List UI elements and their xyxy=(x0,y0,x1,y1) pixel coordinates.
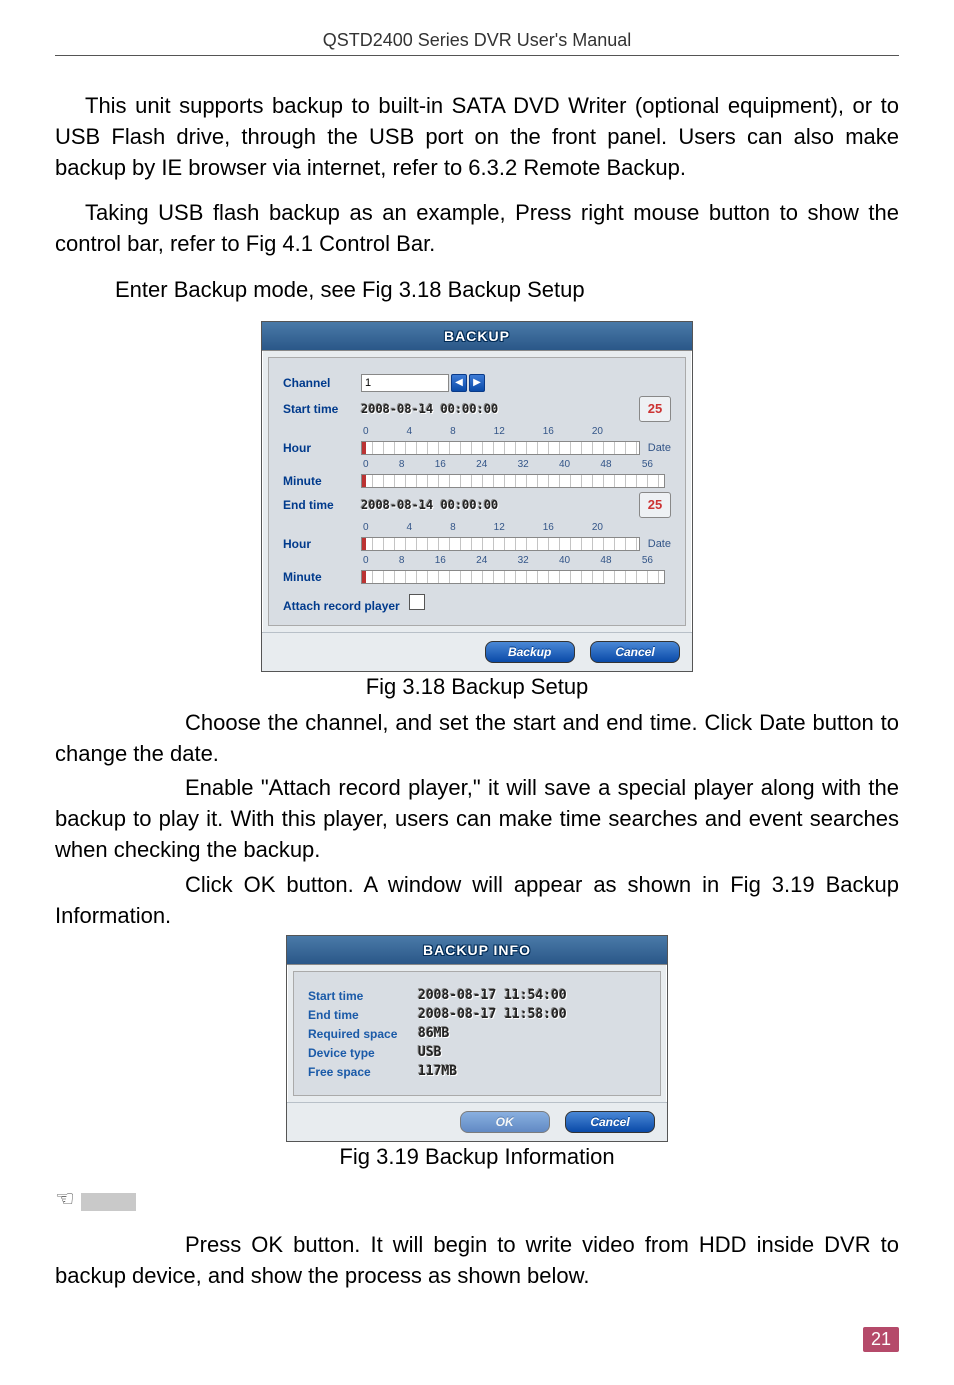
channel-next-button[interactable]: ▶ xyxy=(469,374,485,392)
info-end-label: End time xyxy=(308,1008,418,1022)
end-minute-slider[interactable] xyxy=(361,570,665,584)
cancel-button[interactable]: Cancel xyxy=(565,1111,655,1133)
dialog-title: BACKUP xyxy=(262,322,692,351)
backup-button[interactable]: Backup xyxy=(485,641,575,663)
info-start-value: 2008-08-17 11:54:00 xyxy=(418,988,567,1003)
paragraph: Taking USB flash backup as an example, P… xyxy=(55,198,899,260)
channel-label: Channel xyxy=(283,376,361,390)
info-free-label: Free space xyxy=(308,1065,418,1079)
cancel-button[interactable]: Cancel xyxy=(590,641,680,663)
info-required-label: Required space xyxy=(308,1027,418,1041)
figure-caption: Fig 3.18 Backup Setup xyxy=(55,674,899,700)
paragraph: Enable "Attach record player," it will s… xyxy=(55,773,899,865)
start-hour-slider[interactable] xyxy=(361,441,640,455)
minute-label: Minute xyxy=(283,570,361,584)
start-time-value: 2008-08-14 00:00:00 xyxy=(361,402,498,416)
start-time-label: Start time xyxy=(283,402,361,416)
backup-dialog: BACKUP Channel 1 ◀ ▶ Start time 2008-08-… xyxy=(261,321,693,672)
note-bar xyxy=(81,1193,136,1211)
backup-info-dialog: BACKUP INFO Start time2008-08-17 11:54:0… xyxy=(286,935,668,1142)
page-header: QSTD2400 Series DVR User's Manual xyxy=(55,30,899,56)
attach-record-player-label: Attach record player xyxy=(283,599,400,613)
paragraph: Click OK button. A window will appear as… xyxy=(55,870,899,932)
manual-title: QSTD2400 Series DVR User's Manual xyxy=(55,30,899,51)
info-free-value: 117MB xyxy=(418,1064,457,1079)
date-label: Date xyxy=(648,538,671,550)
info-start-label: Start time xyxy=(308,989,418,1003)
pointer-icon: ☜ xyxy=(55,1186,75,1212)
figure-caption: Fig 3.19 Backup Information xyxy=(55,1144,899,1170)
paragraph: Press OK button. It will begin to write … xyxy=(55,1230,899,1292)
start-date-button[interactable]: 25 xyxy=(639,396,671,422)
channel-prev-button[interactable]: ◀ xyxy=(451,374,467,392)
end-time-label: End time xyxy=(283,498,361,512)
end-date-button[interactable]: 25 xyxy=(639,492,671,518)
hour-label: Hour xyxy=(283,441,361,455)
info-end-value: 2008-08-17 11:58:00 xyxy=(418,1007,567,1022)
ok-button[interactable]: OK xyxy=(460,1111,550,1133)
channel-input[interactable]: 1 xyxy=(361,374,449,392)
info-device-value: USB xyxy=(418,1045,441,1060)
end-time-value: 2008-08-14 00:00:00 xyxy=(361,498,498,512)
date-label: Date xyxy=(648,442,671,454)
end-hour-slider[interactable] xyxy=(361,537,640,551)
info-device-label: Device type xyxy=(308,1046,418,1060)
dialog-title: BACKUP INFO xyxy=(287,936,667,965)
page-number: 21 xyxy=(863,1327,899,1352)
paragraph: This unit supports backup to built-in SA… xyxy=(55,91,899,183)
paragraph: Choose the channel, and set the start an… xyxy=(55,708,899,770)
minute-label: Minute xyxy=(283,474,361,488)
hour-label: Hour xyxy=(283,537,361,551)
attach-record-player-checkbox[interactable] xyxy=(409,594,425,610)
start-minute-slider[interactable] xyxy=(361,474,665,488)
enter-backup-line: Enter Backup mode, see Fig 3.18 Backup S… xyxy=(55,275,899,306)
info-required-value: 86MB xyxy=(418,1026,449,1041)
